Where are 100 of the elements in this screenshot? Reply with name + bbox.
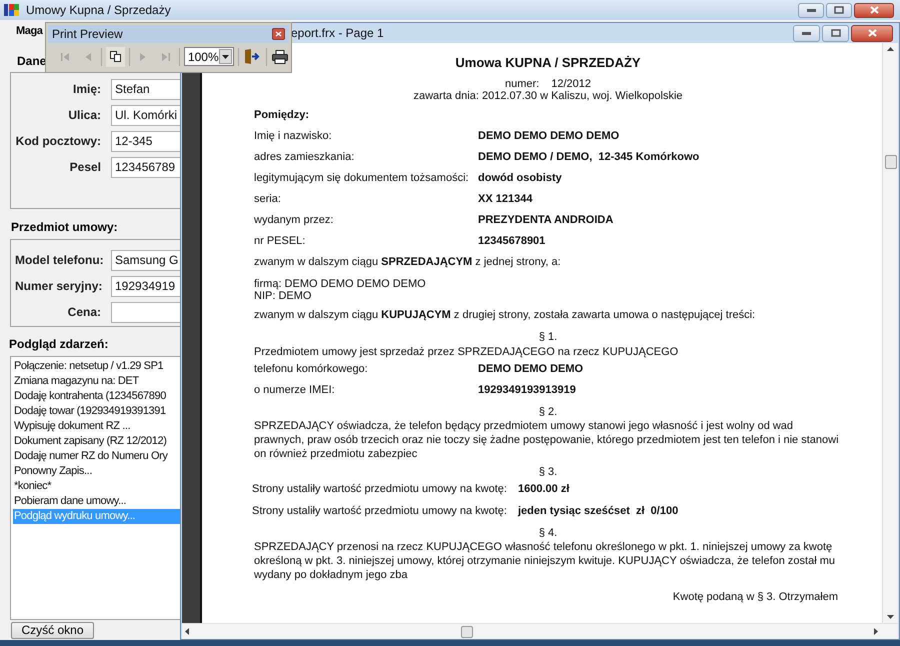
document-value: 12345678901 [478,234,546,250]
document-text: firmą: DEMO DEMO DEMO DEMO [254,278,426,290]
document-label: telefonu komórkowego: [254,362,369,378]
document-heading: Pomiędzy: [254,108,310,124]
event-list-item[interactable]: Wypisuję dokument RZ ... [13,419,180,434]
document-text: zawarta dnia: 2012.07.30 w Kaliszu, woj. Wielkopolskie [413,90,683,102]
event-list-item[interactable]: Dodaję kontrahenta (1234567890 [13,389,180,404]
close-button[interactable] [854,2,894,18]
pages-icon [109,50,122,63]
document-label: Strony ustaliły wartość przedmiotu umowy na kwotę: [252,482,508,497]
text-field[interactable]: 12-345 [111,130,180,152]
minimize-button[interactable] [793,24,820,42]
scroll-up-icon [887,47,894,51]
section-label: Dane [17,53,46,70]
maximize-icon [830,29,840,37]
document-text: zwanym w dalszym ciągu KUPUJĄCYM z drugiej strony, została zawarta umowa o następującej treści: [254,308,756,324]
document-value: 1600.00 zł [518,482,570,497]
scroll-down-icon [887,615,894,619]
toolbar-title: Print Preview [52,26,123,43]
text-field[interactable] [111,302,180,322]
printer-icon [272,50,288,64]
document-label: wydanym przez: [254,213,334,228]
document-label: nr PESEL: [254,234,306,250]
text-field[interactable]: Ul. Komórki [111,104,180,126]
event-list-item[interactable]: Dodaję numer RZ do Numeru Ory [13,449,180,464]
document-value: jeden tysiąc sześćset zł 0/100 [518,504,678,519]
document-label: adres zamieszkania: [254,150,356,166]
close-button[interactable] [272,28,285,40]
document-label: o numerze IMEI: [254,383,336,398]
scroll-thumb[interactable] [884,155,896,169]
door-arrow-icon [244,49,260,64]
field-label: Pesel [68,159,102,176]
event-list-item[interactable]: *koniec* [13,479,180,494]
close-icon [868,29,876,37]
document-value: DEMO DEMO DEMO [478,362,584,378]
field-label: Ulica: [67,107,102,124]
document-label: Strony ustaliły wartość przedmiotu umowy na kwotę: [252,504,508,519]
caret-icon [222,54,229,58]
section-number: § 2. [538,406,558,418]
minimize-icon [806,8,816,12]
document-text: zwanym w dalszym ciągu SPRZEDAJĄCYM z jednej strony, a: [254,255,561,270]
text-field[interactable]: 192934919 [111,276,180,296]
event-list-item[interactable]: Dokument zapisany (RZ 12/2012) [13,434,180,449]
field-label: Model telefonu: [15,252,105,269]
document-value: XX 121344 [478,192,532,208]
tab-label[interactable]: Maga [16,23,43,37]
clear-button[interactable]: Czyść okno [11,622,94,639]
section-label: Przedmiot umowy: [11,219,119,236]
close-button[interactable] [851,24,893,42]
maximize-button[interactable] [826,2,852,18]
skip-last-icon [160,50,172,62]
field-label: Cena: [66,304,102,321]
event-list-item[interactable]: Pobieram dane umowy... [13,494,180,509]
event-list-item[interactable]: Ponowny Zapis... [13,464,180,479]
horizontal-scrollbar[interactable] [182,623,898,639]
event-list-item[interactable]: Dodaję towar (192934919391391 [13,404,180,419]
section-number: § 1. [538,331,558,343]
close-icon [275,31,282,37]
document-text: Kwotę podaną w § 3. Otrzymałem [672,591,838,603]
section-label: Podgląd zdarzeń: [9,336,110,353]
zoom-select[interactable]: 100% [184,47,234,66]
exit-button[interactable] [242,46,262,66]
maximize-icon [834,6,844,14]
scroll-thumb[interactable] [461,626,473,638]
vertical-scrollbar[interactable] [882,43,898,623]
document-value: 1929349193913919 [478,383,576,398]
app-icon [4,3,20,17]
scroll-left-icon [185,628,189,635]
document-value: 12/2012 [551,78,591,90]
report-window-title: eport.frx - Page 1 [291,25,384,42]
section-number: § 4. [538,527,558,539]
document-text: NIP: DEMO [254,290,312,302]
close-icon [870,6,878,14]
minimize-button[interactable] [798,2,824,18]
text-field[interactable]: Samsung G [111,250,180,270]
maximize-button[interactable] [822,24,849,42]
skip-first-icon [59,50,72,62]
event-list-item[interactable]: Zmiana magazynu na: DET [13,374,180,389]
document-paragraph: SPRZEDAJĄCY przenosi na rzecz KUPUJĄCEGO własność telefonu określonego w pkt. 1. niniejszej umowy za kwotę określoną w pkt. 3. niniejszej umowy, której otrzymanie niniejszym kwituje. KUPUJĄCY oświadcza, że telefon został mu wydany po dokładnym jego zba [254,540,836,582]
field-label: Kod pocztowy: [15,133,102,150]
scroll-right-icon [874,628,878,635]
document-label: numer: [504,78,540,90]
document-label: seria: [254,192,282,208]
minimize-icon [802,32,811,34]
document-value: dowód osobisty [478,171,562,186]
section-number: § 3. [538,466,558,478]
document-paragraph: SPRZEDAJĄCY oświadcza, że telefon będący przedmiotem umowy stanowi jego własność i jest wolny od wad prawnych, praw osób trzecich oraz nie toczy się żadne postępowanie, którego przedmiotem jest ten telefon i nie stanowi on również przedmiotu zabezpiec [254,419,840,461]
document-value: DEMO DEMO DEMO DEMO [478,129,620,144]
field-label: Imię: [72,81,102,98]
event-list-item[interactable]: Połączenie: netsetup / v1.29 SP1 [13,359,180,374]
document-title: Umowa KUPNA / SPRZEDAŻY [455,55,641,70]
document-value: DEMO DEMO / DEMO, 12-345 Komórkowo [478,150,700,166]
text-field[interactable]: Stefan [111,78,180,100]
text-field[interactable]: 123456789 [111,156,180,178]
document-text: Przedmiotem umowy jest sprzedaż przez SPRZEDAJĄCEGO na rzecz KUPUJĄCEGO [254,346,678,358]
document-value: PREZYDENTA ANDROIDA [478,213,614,228]
field-label: Numer seryjny: [15,278,104,295]
toolbar-button[interactable] [106,46,125,66]
document-label: Imię i nazwisko: [254,129,333,144]
window-title: Umowy Kupna / Sprzedaży [26,2,171,19]
